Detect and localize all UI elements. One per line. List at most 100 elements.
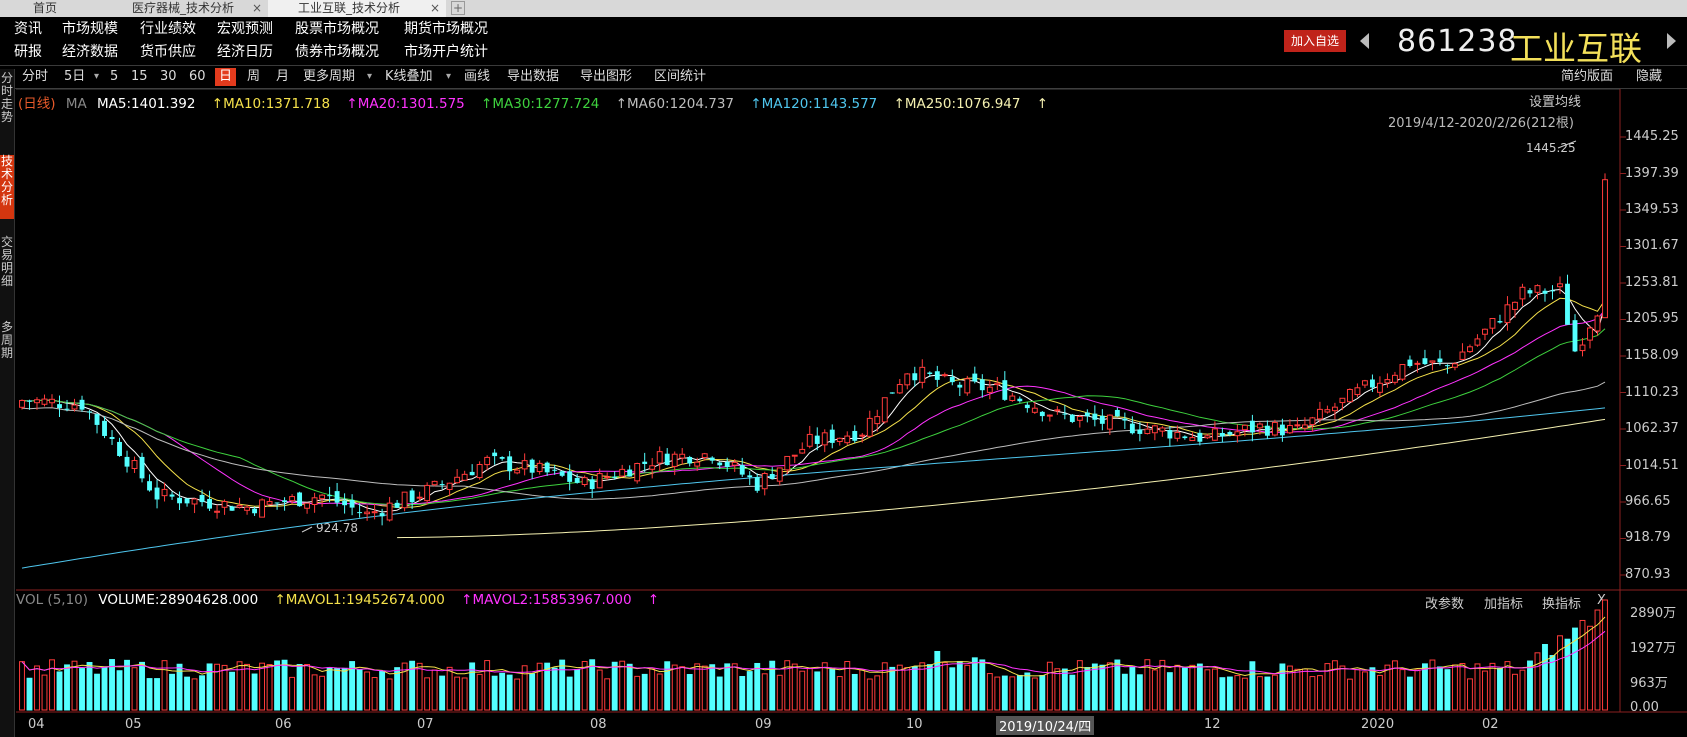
volume-bar	[911, 666, 918, 711]
volume-bar	[274, 660, 281, 711]
candle-body	[499, 457, 505, 459]
candle-body	[671, 453, 678, 467]
volume-bar	[1069, 674, 1076, 711]
volume-bar	[1376, 674, 1383, 711]
volume-bar	[1549, 655, 1556, 711]
volume-bar	[1241, 677, 1248, 711]
volume-bar	[1024, 672, 1031, 711]
candle-body	[1565, 283, 1570, 325]
candle-body	[109, 437, 115, 439]
volume-bar	[319, 675, 326, 711]
candle-body	[581, 477, 588, 486]
candle-body	[41, 398, 48, 405]
volume-bar	[559, 659, 566, 711]
candle-body	[289, 496, 296, 502]
candle-body	[484, 456, 491, 466]
volume-bar	[454, 676, 461, 711]
volume-bar	[551, 667, 558, 711]
volume-bar	[1384, 664, 1391, 711]
candle-body	[881, 397, 888, 423]
candle-body	[994, 382, 1001, 386]
candle-body	[949, 376, 955, 383]
candle-body	[1151, 425, 1158, 434]
candle-body	[386, 502, 393, 521]
volume-bar	[1361, 671, 1368, 711]
candle-body	[1482, 328, 1488, 335]
volume-bar	[1407, 676, 1413, 711]
volume-bar	[94, 673, 100, 711]
volume-bar	[1054, 668, 1061, 711]
candle-body	[941, 374, 948, 377]
ma-line	[21, 288, 1606, 513]
volume-bar	[499, 672, 506, 711]
candle-body	[1316, 408, 1323, 420]
volume-bar	[169, 673, 175, 711]
volume-bar	[761, 673, 768, 711]
candle-body	[469, 471, 475, 476]
volume-bar	[514, 678, 521, 711]
volume-bar	[1459, 662, 1466, 711]
candle-body	[1046, 414, 1053, 417]
volume-bar	[1174, 664, 1181, 711]
volume-bar	[1234, 675, 1241, 711]
candle-body	[131, 460, 138, 469]
volume-bar	[859, 669, 866, 711]
kline-chart[interactable]	[0, 0, 1687, 737]
volume-bar	[1046, 661, 1053, 711]
volume-bar	[1256, 676, 1263, 711]
volume-bar	[1316, 675, 1323, 711]
candle-body	[49, 398, 55, 404]
candle-body	[311, 497, 318, 505]
volume-bar	[589, 659, 596, 711]
volume-bar	[334, 668, 341, 711]
candle-body	[252, 508, 258, 514]
volume-bar	[701, 665, 708, 711]
candle-body	[1572, 320, 1578, 352]
volume-bar	[964, 664, 971, 711]
volume-bar	[1121, 673, 1128, 711]
volume-bar	[1031, 677, 1038, 711]
candle-body	[1407, 359, 1413, 366]
volume-bar	[529, 673, 536, 711]
candle-body	[1279, 424, 1285, 436]
candle-body	[1219, 432, 1225, 437]
volume-bar	[184, 676, 190, 711]
volume-bar	[296, 663, 303, 711]
volume-bar	[1422, 663, 1428, 711]
candle-body	[1197, 432, 1203, 442]
volume-bar	[1564, 638, 1571, 711]
candle-body	[139, 456, 145, 479]
candle-body	[1497, 321, 1503, 323]
candle-body	[34, 399, 40, 404]
volume-bar	[1196, 663, 1203, 711]
volume-bar	[1587, 625, 1593, 711]
volume-bar	[566, 676, 573, 711]
candle-body	[87, 411, 92, 413]
candle-body	[687, 456, 693, 464]
candle-body	[161, 488, 168, 497]
volume-bar	[1301, 668, 1308, 711]
candle-body	[1602, 179, 1608, 319]
volume-bar	[1264, 676, 1271, 711]
volume-bar	[709, 664, 716, 711]
volume-bar	[1061, 668, 1068, 711]
candle-body	[731, 461, 738, 466]
volume-bar	[851, 673, 858, 711]
volume-bar	[956, 660, 963, 711]
candle-body	[1286, 424, 1293, 434]
volume-bar	[236, 661, 243, 711]
volume-bar	[139, 661, 145, 711]
candle-body	[371, 511, 378, 514]
candle-body	[364, 511, 371, 515]
candle-body	[379, 513, 385, 517]
volume-bar	[1497, 667, 1503, 711]
candle-body	[1031, 407, 1038, 413]
candle-body	[934, 371, 940, 380]
candle-body	[1579, 344, 1586, 352]
volume-bar	[1166, 672, 1173, 711]
volume-bar	[716, 676, 723, 711]
candle-body	[1354, 387, 1361, 396]
low-marker	[301, 526, 313, 533]
candle-body	[747, 475, 753, 478]
candle-body	[1452, 363, 1458, 368]
